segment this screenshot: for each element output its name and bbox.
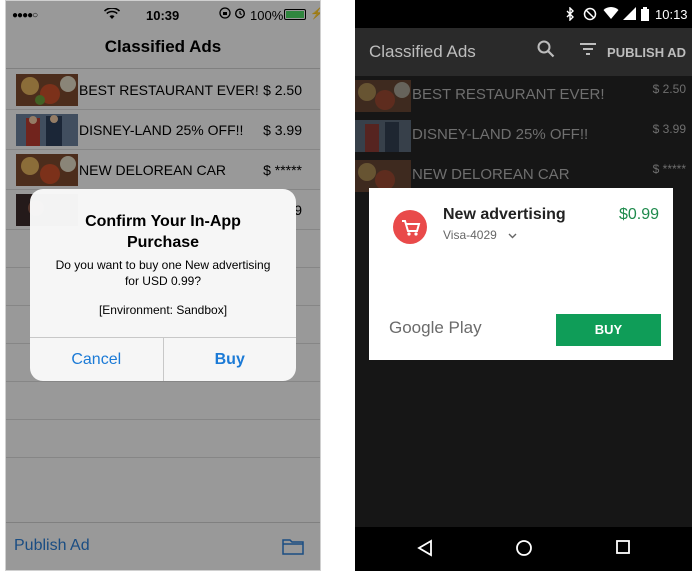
buy-button[interactable]: Buy (164, 338, 297, 381)
purchase-confirm-alert: Confirm Your In-App Purchase Do you want… (30, 189, 296, 381)
chevron-down-icon (508, 228, 517, 242)
back-icon[interactable] (417, 539, 433, 557)
alert-environment: [Environment: Sandbox] (98, 303, 228, 317)
product-price: $0.99 (618, 206, 659, 223)
food-image (355, 80, 411, 112)
ad-title: BEST RESTAURANT EVER! (412, 86, 605, 103)
ad-title: NEW DELOREAN CAR (412, 166, 570, 183)
list-item[interactable]: BEST RESTAURANT EVER! $ 2.50 (355, 76, 692, 116)
dnd-icon (583, 7, 597, 24)
ios-screen: ●●●●○ 10:39 100% ⚡ Classified Ads BEST R… (5, 0, 321, 571)
product-name: New advertising (443, 206, 566, 223)
buy-button[interactable]: BUY (556, 314, 661, 346)
bluetooth-icon (565, 6, 575, 24)
android-app-bar: Classified Ads PUBLISH AD (355, 28, 692, 76)
home-icon[interactable] (515, 539, 533, 557)
ad-title: DISNEY-LAND 25% OFF!! (412, 126, 589, 143)
recents-icon[interactable] (615, 539, 631, 555)
payment-method-selector[interactable]: Visa-4029 (443, 228, 517, 242)
alert-title: Confirm Your In-App Purchase (85, 213, 241, 251)
filter-icon[interactable] (579, 40, 597, 63)
cart-icon (393, 210, 427, 244)
alert-buttons: Cancel Buy (30, 337, 296, 381)
android-status-bar: 10:13 (355, 0, 692, 28)
signal-icon (623, 7, 636, 23)
ad-price: $ 3.99 (652, 122, 686, 136)
android-ad-list: BEST RESTAURANT EVER! $ 2.50 DISNEY-LAND… (355, 76, 692, 196)
google-play-logo: Google Play (389, 318, 482, 337)
cancel-button[interactable]: Cancel (30, 338, 164, 381)
battery-icon (641, 7, 649, 24)
search-icon[interactable] (537, 40, 555, 63)
android-clock: 10:13 (655, 7, 688, 22)
ad-price: $ 2.50 (652, 82, 686, 96)
android-nav-bar (355, 527, 692, 571)
android-screen: 10:13 Classified Ads PUBLISH AD BEST RES… (355, 0, 692, 571)
payment-method: Visa-4029 (443, 228, 497, 242)
disney-image (355, 120, 411, 152)
ad-price: $ ***** (652, 162, 686, 176)
publish-ad-button[interactable]: PUBLISH AD (607, 45, 686, 60)
alert-message: Do you want to buy one New advertising f… (55, 258, 271, 288)
list-item[interactable]: DISNEY-LAND 25% OFF!! $ 3.99 (355, 116, 692, 156)
wifi-icon (603, 7, 619, 23)
android-page-title: Classified Ads (369, 42, 476, 61)
google-play-purchase-dialog: New advertising $0.99 Visa-4029 Google P… (369, 188, 673, 360)
